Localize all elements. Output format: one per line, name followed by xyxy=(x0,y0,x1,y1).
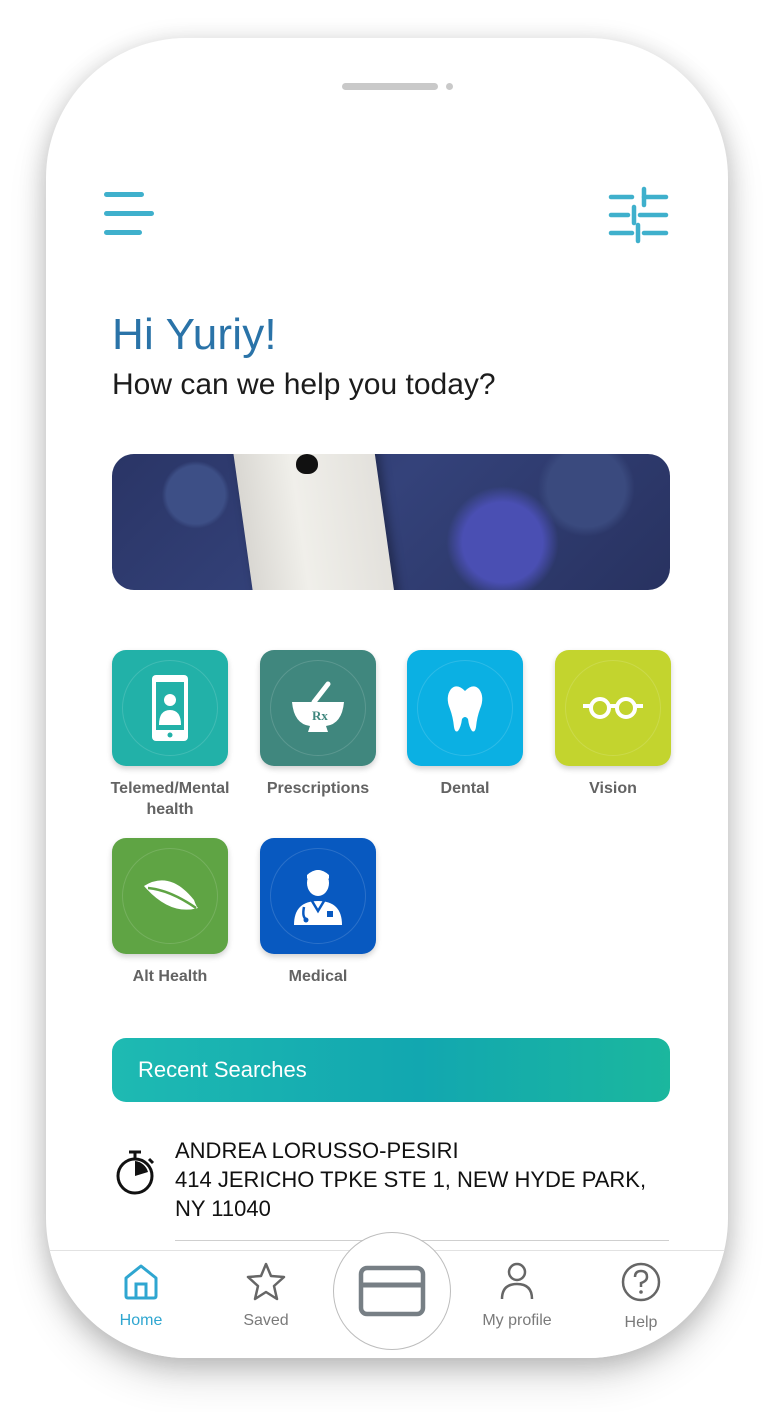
filter-sliders-icon[interactable] xyxy=(608,186,670,244)
category-medical[interactable]: Medical xyxy=(248,838,388,987)
apple-logo-icon xyxy=(296,454,318,474)
camera-dot xyxy=(446,83,453,90)
phone-frame: Hi Yuriy! How can we help you today? Tel… xyxy=(46,38,728,1358)
tab-my-profile[interactable]: My profile xyxy=(462,1261,572,1330)
leaf-icon xyxy=(112,838,228,954)
home-icon xyxy=(124,1264,158,1300)
person-icon xyxy=(500,1262,534,1300)
doctor-icon xyxy=(260,838,376,954)
stopwatch-icon xyxy=(114,1148,156,1201)
tab-label: Home xyxy=(119,1312,163,1329)
tab-label: My profile xyxy=(482,1312,552,1329)
card-icon xyxy=(358,1265,426,1317)
mortar-pestle-icon: Rx xyxy=(260,650,376,766)
speaker-notch xyxy=(342,83,438,90)
tab-help[interactable]: Help xyxy=(586,1261,696,1332)
category-label: Vision xyxy=(589,780,637,797)
category-vision[interactable]: Vision xyxy=(543,650,683,799)
tab-home[interactable]: Home xyxy=(86,1261,196,1330)
banner-phone-image xyxy=(229,454,399,590)
category-label: Telemed/Mental health xyxy=(110,780,230,818)
recent-search-address: 414 JERICHO TPKE STE 1, NEW HYDE PARK, N… xyxy=(175,1167,647,1221)
hamburger-menu-icon[interactable] xyxy=(104,190,158,244)
category-dental[interactable]: Dental xyxy=(395,650,535,799)
tab-label: Help xyxy=(624,1314,658,1331)
category-prescriptions[interactable]: Rx Prescriptions xyxy=(248,650,388,799)
svg-text:Rx: Rx xyxy=(312,708,328,723)
recent-searches-header: Recent Searches xyxy=(112,1038,670,1102)
star-icon xyxy=(246,1262,286,1301)
category-label: Alt Health xyxy=(132,968,208,985)
category-label: Medical xyxy=(288,968,348,985)
recent-search-name: ANDREA LORUSSO-PESIRI xyxy=(175,1138,459,1163)
recent-search-item[interactable]: ANDREA LORUSSO-PESIRI 414 JERICHO TPKE S… xyxy=(114,1136,674,1246)
phone-doctor-icon xyxy=(112,650,228,766)
category-label: Prescriptions xyxy=(266,780,370,797)
category-label: Dental xyxy=(440,780,490,797)
category-alt-health[interactable]: Alt Health xyxy=(100,838,240,987)
promo-banner[interactable] xyxy=(112,454,670,590)
help-icon xyxy=(621,1262,661,1302)
tab-label: Saved xyxy=(243,1312,289,1329)
glasses-icon xyxy=(555,650,671,766)
greeting-title: Hi Yuriy! xyxy=(112,310,277,359)
member-card-button[interactable] xyxy=(333,1232,451,1350)
category-telemed[interactable]: Telemed/Mental health xyxy=(100,650,240,820)
greeting-subtitle: How can we help you today? xyxy=(112,368,496,401)
tooth-icon xyxy=(407,650,523,766)
tab-saved[interactable]: Saved xyxy=(211,1261,321,1330)
